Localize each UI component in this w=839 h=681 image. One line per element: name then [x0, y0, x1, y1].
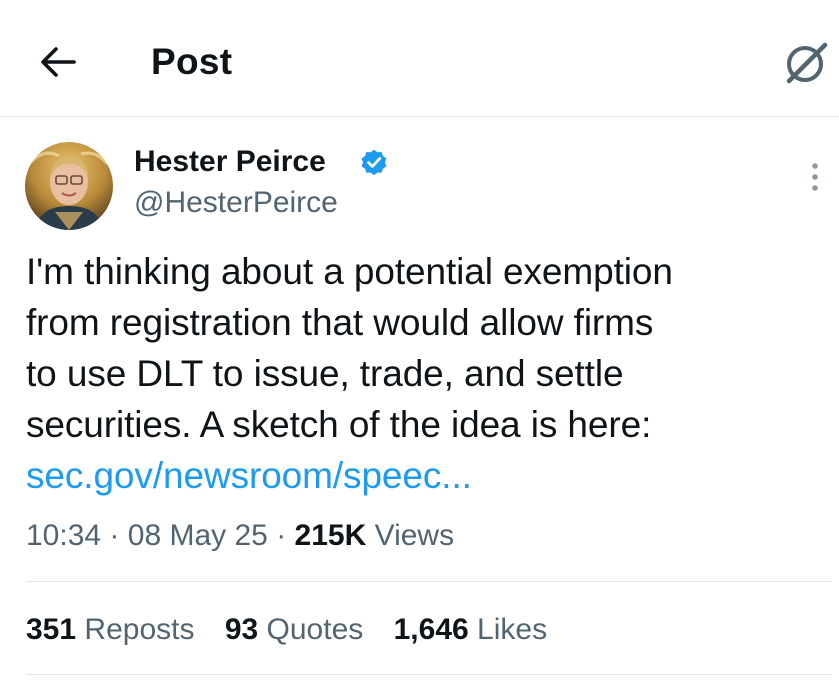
tweet-text-line: to use DLT to issue, trade, and settle	[26, 353, 624, 394]
reposts-label: Reposts	[84, 613, 195, 646]
likes-count: 1,646	[393, 613, 469, 646]
tweet-text-line: from registration that would allow firms	[26, 302, 654, 343]
quotes-count: 93	[224, 613, 259, 646]
top-app-bar: Post	[0, 0, 839, 117]
quotes-stat[interactable]: 93 Quotes	[225, 613, 363, 646]
author-name[interactable]: Hester Peirce	[134, 142, 326, 182]
likes-label: Likes	[477, 613, 548, 646]
tweet-text-line: securities. A sketch of the idea is here…	[26, 404, 652, 445]
post-metadata: 10:34 · 08 May 25 · 215K Views	[26, 514, 454, 558]
page-title: Post	[151, 41, 233, 82]
profile-photo	[25, 142, 113, 230]
post-date[interactable]: 08 May 25	[128, 519, 268, 552]
reposts-stat[interactable]: 351 Reposts	[26, 613, 194, 646]
back-button[interactable]	[34, 40, 82, 84]
verified-badge-icon	[361, 149, 387, 176]
author-handle[interactable]: @HesterPeirce	[134, 183, 338, 223]
reposts-count: 351	[26, 613, 77, 646]
tweet-text-line: I'm thinking about a potential exemption	[26, 251, 673, 292]
grok-button[interactable]	[780, 34, 834, 88]
post-time[interactable]: 10:34	[26, 519, 101, 552]
views-label: Views	[374, 519, 455, 552]
likes-stat[interactable]: 1,646 Likes	[394, 613, 547, 646]
more-options-button[interactable]	[800, 158, 830, 198]
avatar[interactable]	[25, 142, 113, 230]
grok-icon	[786, 42, 828, 84]
tweet-text: I'm thinking about a potential exemption…	[26, 246, 816, 501]
divider	[26, 674, 831, 675]
engagement-stats: 351 Reposts 93 Quotes 1,646 Likes	[26, 608, 569, 652]
arrow-left-icon	[41, 47, 76, 77]
views-count[interactable]: 215K	[295, 519, 367, 552]
meta-separator: ·	[109, 519, 120, 552]
meta-separator: ·	[276, 519, 287, 552]
divider	[26, 581, 831, 582]
more-vertical-icon	[812, 163, 818, 191]
quotes-label: Quotes	[266, 613, 364, 646]
tweet-link[interactable]: sec.gov/newsroom/speec...	[26, 455, 472, 496]
